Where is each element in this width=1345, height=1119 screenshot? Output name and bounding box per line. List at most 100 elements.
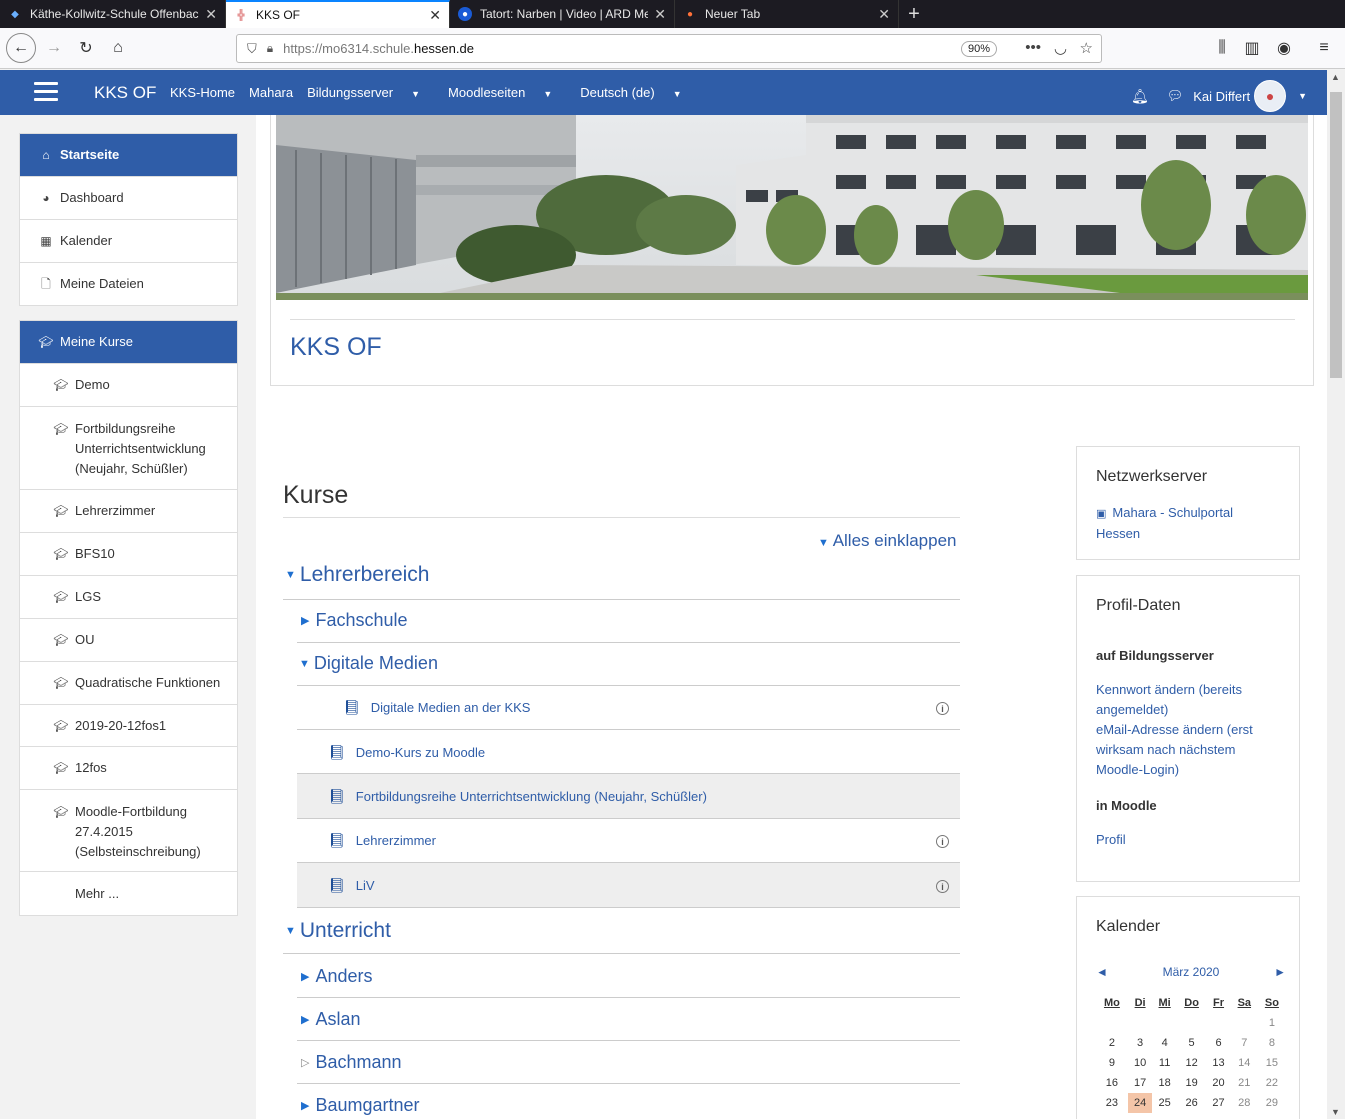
url-text[interactable]: https://mo6314.schule.hessen.de (283, 41, 474, 56)
calendar-day[interactable]: 18 (1152, 1073, 1177, 1093)
close-tab-icon[interactable]: ✕ (654, 6, 666, 23)
nav-mahara[interactable]: Mahara (249, 85, 293, 100)
calendar-day[interactable]: 20 (1206, 1073, 1231, 1093)
category-lehrerbereich[interactable]: ▼ Lehrerbereich (285, 563, 429, 587)
info-icon[interactable]: i (936, 835, 949, 848)
info-icon[interactable]: i (936, 702, 949, 715)
avatar[interactable]: ● (1254, 80, 1287, 112)
new-tab-plus-icon[interactable]: + (899, 0, 929, 28)
calendar-day[interactable]: 27 (1206, 1093, 1231, 1113)
calendar-day[interactable]: 23 (1096, 1093, 1128, 1113)
category-digitale-medien[interactable]: ▼ Digitale Medien (299, 653, 438, 674)
calendar-day[interactable]: 11 (1152, 1053, 1177, 1073)
chat-icon[interactable]: 💬︎ (1167, 88, 1184, 104)
collapse-all-link[interactable]: ▼ Alles einklappen (818, 531, 957, 551)
calendar-day[interactable]: 1 (1258, 1013, 1286, 1033)
drawer-course-item[interactable]: 🎓︎ Quadratische Funktionen (20, 662, 237, 705)
next-month-icon[interactable]: ► (1274, 965, 1286, 979)
calendar-day[interactable]: 12 (1177, 1053, 1206, 1073)
course-link[interactable]: 📘︎ Lehrerzimmer (328, 832, 436, 849)
url-bar[interactable]: ⛉ 🔒︎ https://mo6314.schule.hessen.de 90%… (236, 34, 1102, 63)
info-icon[interactable]: i (936, 880, 949, 893)
calendar-day[interactable]: 22 (1258, 1073, 1286, 1093)
zoom-level-badge[interactable]: 90% (960, 41, 997, 57)
calendar-day[interactable]: 10 (1128, 1053, 1153, 1073)
calendar-day[interactable]: 17 (1128, 1073, 1153, 1093)
drawer-course-item[interactable]: 🎓︎ Demo (20, 364, 237, 407)
calendar-day[interactable]: 28 (1231, 1093, 1258, 1113)
nav-language[interactable]: Deutsch (de) ▼ (580, 85, 695, 100)
drawer-item-meine-kurse[interactable]: 🎓︎ Meine Kurse (20, 321, 237, 364)
account-icon[interactable]: ◉ (1270, 34, 1298, 62)
category-anders[interactable]: ▶ Anders (301, 966, 373, 987)
category-baumgartner[interactable]: ▶ Baumgartner (301, 1095, 420, 1116)
calendar-day[interactable]: 29 (1258, 1093, 1286, 1113)
prev-month-icon[interactable]: ◄ (1096, 965, 1108, 979)
calendar-day[interactable]: 21 (1231, 1073, 1258, 1093)
scroll-down-icon[interactable]: ▼ (1331, 1107, 1340, 1117)
calendar-day[interactable]: 14 (1231, 1053, 1258, 1073)
drawer-course-item[interactable]: 🎓︎ BFS10 (20, 533, 237, 576)
drawer-course-item[interactable]: 🎓︎ LGS (20, 576, 237, 619)
drawer-course-item[interactable]: 🎓︎ Moodle-Fortbildung 27.4.2015 (Selbstei… (20, 790, 237, 872)
close-tab-icon[interactable]: ✕ (205, 6, 217, 23)
course-link[interactable]: 📘︎ Demo-Kurs zu Moodle (328, 744, 485, 761)
lock-icon[interactable]: 🔒︎ (267, 41, 273, 56)
page-actions-icon[interactable]: ••• (1025, 39, 1041, 56)
change-password-link[interactable]: Kennwort ändern (bereits angemeldet) (1096, 680, 1281, 720)
profile-link[interactable]: Profil (1096, 830, 1126, 850)
close-tab-icon[interactable]: ✕ (429, 7, 441, 24)
calendar-day[interactable]: 26 (1177, 1093, 1206, 1113)
back-arrow-icon[interactable]: ← (6, 33, 36, 63)
close-tab-icon[interactable]: ✕ (878, 6, 890, 23)
drawer-item-kalender[interactable]: ▦ Kalender (20, 220, 237, 263)
browser-tab-kks-of[interactable]: ╬ KKS OF ✕ (226, 0, 450, 28)
change-email-link[interactable]: eMail-Adresse ändern (erst wirksam nach … (1096, 720, 1281, 780)
tracking-shield-icon[interactable]: ⛉ (247, 41, 257, 57)
nav-kks-home[interactable]: KKS-Home (170, 85, 235, 100)
calendar-day[interactable]: 9 (1096, 1053, 1128, 1073)
user-menu-caret-icon[interactable]: ▼ (1298, 91, 1307, 101)
category-fachschule[interactable]: ▶ Fachschule (301, 610, 408, 631)
hamburger-menu-icon[interactable] (34, 82, 58, 102)
reload-icon[interactable]: ↻ (72, 34, 100, 62)
drawer-course-item[interactable]: 🎓︎ Lehrerzimmer (20, 490, 237, 533)
calendar-day[interactable]: 8 (1258, 1033, 1286, 1053)
home-icon[interactable]: ⌂ (104, 34, 132, 62)
course-link[interactable]: 📘︎ Digitale Medien an der KKS (343, 699, 530, 716)
pocket-icon[interactable]: ◡ (1054, 39, 1067, 57)
library-icon[interactable]: ⫼ (1208, 34, 1236, 62)
category-unterricht[interactable]: ▼ Unterricht (285, 919, 391, 943)
calendar-day[interactable]: 24 (1127, 1093, 1153, 1113)
menu-icon[interactable]: ≡ (1310, 34, 1338, 62)
calendar-day[interactable]: 25 (1152, 1093, 1177, 1113)
browser-tab-tatort[interactable]: ● Tatort: Narben | Video | ARD Mediathek… (450, 0, 675, 28)
drawer-more-link[interactable]: Mehr ... (20, 872, 237, 915)
drawer-item-startseite[interactable]: ⌂ Startseite (20, 134, 237, 177)
page-scrollbar[interactable]: ▲ ▼ (1327, 70, 1345, 1119)
browser-tab-newtab[interactable]: ● Neuer Tab ✕ (675, 0, 899, 28)
drawer-item-dateien[interactable]: 🗋︎ Meine Dateien (20, 263, 237, 305)
calendar-day[interactable]: 16 (1096, 1073, 1128, 1093)
calendar-day[interactable]: 7 (1231, 1033, 1258, 1053)
course-link[interactable]: 📘︎ LiV (328, 877, 375, 894)
category-bachmann[interactable]: ▷ Bachmann (301, 1052, 402, 1073)
drawer-course-item[interactable]: 🎓︎ 12fos (20, 747, 237, 790)
calendar-day[interactable]: 2 (1096, 1033, 1128, 1053)
scroll-up-icon[interactable]: ▲ (1331, 72, 1340, 82)
calendar-day[interactable]: 4 (1152, 1033, 1177, 1053)
calendar-day[interactable]: 6 (1206, 1033, 1231, 1053)
bell-icon[interactable]: 🔔︎ (1131, 88, 1149, 105)
drawer-course-item[interactable]: 🎓︎ 2019-20-12fos1 (20, 705, 237, 747)
category-aslan[interactable]: ▶ Aslan (301, 1009, 361, 1030)
user-name[interactable]: Kai Differt (1193, 89, 1250, 104)
drawer-item-dashboard[interactable]: ◕ Dashboard (20, 177, 237, 220)
scroll-thumb[interactable] (1330, 92, 1342, 378)
bookmark-star-icon[interactable]: ☆ (1080, 39, 1093, 57)
calendar-day[interactable]: 5 (1177, 1033, 1206, 1053)
drawer-course-item[interactable]: 🎓︎ OU (20, 619, 237, 662)
forward-arrow-icon[interactable]: → (40, 34, 68, 62)
nav-bildungsserver[interactable]: Bildungsserver ▼ (307, 85, 434, 100)
calendar-day[interactable]: 19 (1177, 1073, 1206, 1093)
sidebar-icon[interactable]: ▥ (1238, 34, 1266, 62)
